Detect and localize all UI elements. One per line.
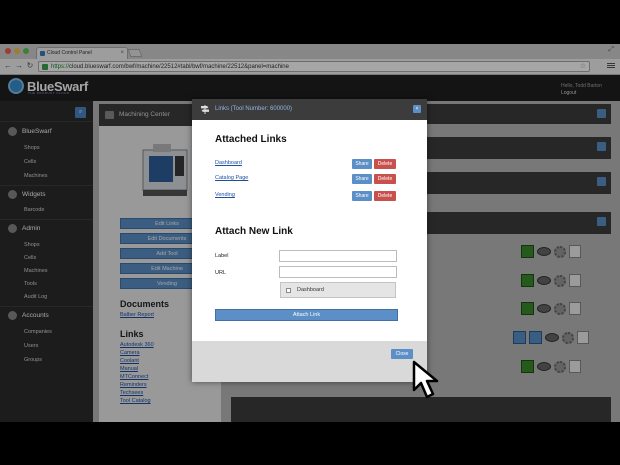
modal-footer: Close (192, 341, 427, 382)
mouse-pointer-icon (412, 360, 439, 399)
attached-link-name[interactable]: Dashboard (215, 160, 242, 166)
attached-links-heading: Attached Links (215, 134, 287, 145)
attached-link-row: Vending Share Delete (215, 191, 396, 201)
attached-link-name[interactable]: Vending (215, 192, 235, 198)
screen-frame: Cloud Control Panel × ⤢ ← → ↻ https://cl… (0, 0, 620, 465)
attach-new-link-heading: Attach New Link (215, 226, 293, 237)
checkbox-icon[interactable] (286, 288, 291, 293)
dashboard-select[interactable]: Dashboard (280, 282, 396, 298)
attached-link-row: Catalog Page Share Delete (215, 174, 396, 184)
share-button[interactable]: Share (352, 174, 372, 184)
browser-window: Cloud Control Panel × ⤢ ← → ↻ https://cl… (0, 44, 620, 422)
delete-button[interactable]: Delete (374, 174, 396, 184)
dashboard-select-label: Dashboard (297, 287, 324, 293)
links-modal: Links (Tool Number: 600000) × Attached L… (192, 99, 427, 382)
attach-link-button[interactable]: Attach Link (215, 309, 398, 321)
modal-header: Links (Tool Number: 600000) × (192, 99, 427, 120)
label-field-label: Label (215, 253, 229, 259)
modal-title: Links (Tool Number: 600000) (215, 106, 293, 112)
attached-link-row: Dashboard Share Delete (215, 159, 396, 169)
signpost-icon (201, 105, 209, 114)
share-button[interactable]: Share (352, 159, 372, 169)
modal-close-icon[interactable]: × (413, 105, 421, 113)
url-input[interactable] (279, 266, 397, 278)
close-button[interactable]: Close (391, 349, 413, 359)
url-field-label: URL (215, 270, 227, 276)
label-input[interactable] (279, 250, 397, 262)
delete-button[interactable]: Delete (374, 159, 396, 169)
attached-link-name[interactable]: Catalog Page (215, 175, 248, 181)
delete-button[interactable]: Delete (374, 191, 396, 201)
share-button[interactable]: Share (352, 191, 372, 201)
